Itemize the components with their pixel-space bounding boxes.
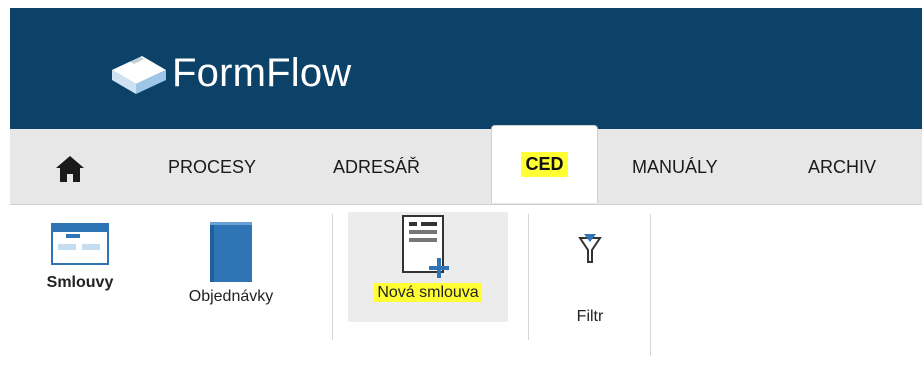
tab-manualy[interactable]: MANUÁLY <box>632 129 718 205</box>
ribbon-filtr-button[interactable]: Filtr <box>560 232 620 326</box>
home-button[interactable] <box>50 149 90 189</box>
formflow-logo-icon <box>112 55 166 94</box>
contracts-icon <box>51 223 109 265</box>
tab-archiv[interactable]: ARCHIV <box>808 129 876 205</box>
tab-procesy[interactable]: PROCESY <box>168 129 256 205</box>
ribbon-label: Objednávky <box>188 288 274 305</box>
tab-label: ADRESÁŘ <box>333 156 421 177</box>
app-window: FormFlow PROCESY ADRESÁŘ CED MANUÁLY ARC… <box>0 0 922 367</box>
ribbon-nova-smlouva-button[interactable]: Nová smlouva <box>348 214 508 302</box>
home-icon <box>56 156 84 182</box>
tab-adresar[interactable]: ADRESÁŘ <box>333 129 420 205</box>
main-nav: PROCESY ADRESÁŘ CED MANUÁLY ARCHIV <box>10 125 922 205</box>
ribbon-objednavky-button[interactable]: Objednávky <box>176 220 286 306</box>
tab-label-active: CED <box>521 152 568 177</box>
ribbon-divider <box>332 214 333 340</box>
ribbon-divider <box>528 214 529 340</box>
tab-label: PROCESY <box>168 156 257 177</box>
tab-label: MANUÁLY <box>632 156 718 177</box>
tab-label: ARCHIV <box>808 156 877 177</box>
app-logo[interactable]: FormFlow <box>108 48 351 98</box>
filter-icon <box>578 234 602 263</box>
tab-ced[interactable]: CED <box>491 125 598 203</box>
ribbon-toolbar: Smlouvy Objednávky Nová smlouva Filtr <box>10 206 922 367</box>
app-title: FormFlow <box>172 50 352 95</box>
ribbon-label: Smlouvy <box>46 274 114 291</box>
ribbon-label: Nová smlouva <box>374 283 482 302</box>
book-icon <box>210 222 252 282</box>
ribbon-label: Filtr <box>576 308 604 325</box>
ribbon-divider <box>650 214 651 356</box>
app-header: FormFlow <box>10 8 922 129</box>
ribbon-smlouvy-button[interactable]: Smlouvy <box>40 220 120 292</box>
new-document-icon <box>402 215 449 278</box>
ribbon-label-text: Nová smlouva <box>374 283 482 302</box>
